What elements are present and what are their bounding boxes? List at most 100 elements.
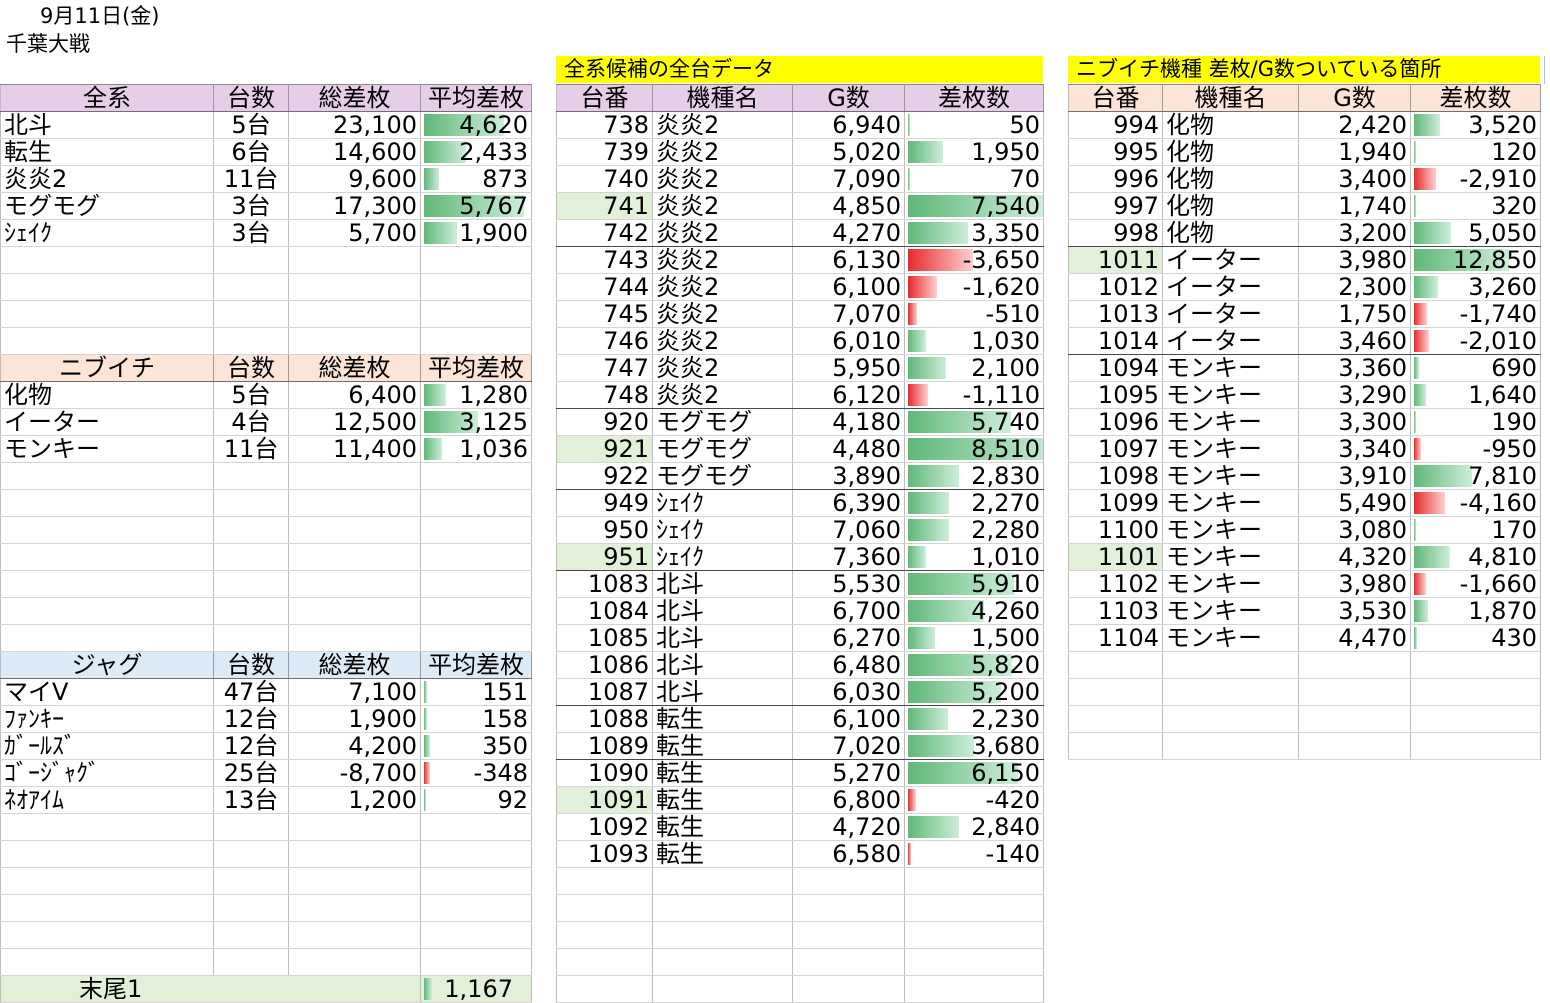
empty-cell[interactable] xyxy=(213,948,289,976)
empty-cell[interactable] xyxy=(420,948,532,976)
total-diff-cell[interactable]: 4,200 xyxy=(288,732,421,760)
game-count-cell[interactable]: 3,980 xyxy=(1298,570,1411,598)
diff-count-cell[interactable]: -1,740 xyxy=(1410,300,1541,328)
machine-number-cell[interactable]: 951 xyxy=(556,543,653,571)
empty-cell[interactable] xyxy=(213,894,289,922)
empty-cell[interactable] xyxy=(288,624,421,652)
machine-model-cell[interactable]: モンキー xyxy=(1162,624,1299,652)
diff-count-cell[interactable]: 1,950 xyxy=(904,138,1044,166)
diff-count-cell[interactable]: 12,850 xyxy=(1410,246,1541,274)
empty-cell[interactable] xyxy=(288,840,421,868)
machine-number-cell[interactable]: 996 xyxy=(1068,165,1163,193)
game-count-cell[interactable]: 3,290 xyxy=(1298,381,1411,409)
empty-cell[interactable] xyxy=(652,975,793,1003)
machine-number-cell[interactable]: 739 xyxy=(556,138,653,166)
machine-number-cell[interactable]: 997 xyxy=(1068,192,1163,220)
diff-count-cell[interactable]: 690 xyxy=(1410,354,1541,382)
machine-model-cell[interactable]: イーター xyxy=(1162,300,1299,328)
empty-cell[interactable] xyxy=(904,975,1044,1003)
empty-cell[interactable] xyxy=(1068,732,1163,760)
diff-count-cell[interactable]: 1,870 xyxy=(1410,597,1541,625)
game-count-cell[interactable]: 4,180 xyxy=(792,408,905,436)
machine-model-cell[interactable]: モンキー xyxy=(1162,570,1299,598)
game-count-cell[interactable]: 6,100 xyxy=(792,273,905,301)
avg-diff-cell[interactable]: 1,900 xyxy=(420,219,532,247)
unit-count-cell[interactable]: 11台 xyxy=(213,165,289,193)
machine-name-cell[interactable]: 炎炎2 xyxy=(0,165,214,193)
unit-count-cell[interactable]: 47台 xyxy=(213,678,289,706)
empty-cell[interactable] xyxy=(288,543,421,571)
empty-cell[interactable] xyxy=(213,327,289,355)
machine-number-cell[interactable]: 1088 xyxy=(556,705,653,733)
empty-cell[interactable] xyxy=(1298,651,1411,679)
machine-name-cell[interactable]: ｺﾞｰｼﾞｬｸﾞ xyxy=(0,759,214,787)
diff-count-cell[interactable]: -420 xyxy=(904,786,1044,814)
suffix-label-cell[interactable]: 末尾1 xyxy=(0,975,421,1003)
game-count-cell[interactable]: 2,300 xyxy=(1298,273,1411,301)
empty-cell[interactable] xyxy=(1298,678,1411,706)
nibu-col-header[interactable]: 総差枚 xyxy=(288,354,421,382)
avg-diff-cell[interactable]: 5,767 xyxy=(420,192,532,220)
machine-name-cell[interactable]: モグモグ xyxy=(0,192,214,220)
empty-cell[interactable] xyxy=(213,813,289,841)
empty-cell[interactable] xyxy=(288,813,421,841)
machine-model-cell[interactable]: 炎炎2 xyxy=(652,354,793,382)
machine-number-cell[interactable]: 1099 xyxy=(1068,489,1163,517)
middle-col-header[interactable]: G数 xyxy=(792,84,905,112)
total-diff-cell[interactable]: 7,100 xyxy=(288,678,421,706)
total-diff-cell[interactable]: -8,700 xyxy=(288,759,421,787)
game-count-cell[interactable]: 6,270 xyxy=(792,624,905,652)
machine-model-cell[interactable]: ｼｪｲｸ xyxy=(652,516,793,544)
nibu-col-header[interactable]: 平均差枚 xyxy=(420,354,532,382)
machine-number-cell[interactable]: 1098 xyxy=(1068,462,1163,490)
machine-number-cell[interactable]: 998 xyxy=(1068,219,1163,247)
empty-cell[interactable] xyxy=(213,516,289,544)
empty-cell[interactable] xyxy=(213,840,289,868)
empty-cell[interactable] xyxy=(0,840,214,868)
game-count-cell[interactable]: 6,480 xyxy=(792,651,905,679)
diff-count-cell[interactable]: 7,540 xyxy=(904,192,1044,220)
game-count-cell[interactable]: 4,850 xyxy=(792,192,905,220)
empty-cell[interactable] xyxy=(904,921,1044,949)
machine-number-cell[interactable]: 747 xyxy=(556,354,653,382)
machine-model-cell[interactable]: 転生 xyxy=(652,705,793,733)
empty-cell[interactable] xyxy=(420,273,532,301)
avg-diff-cell[interactable]: 151 xyxy=(420,678,532,706)
game-count-cell[interactable]: 3,910 xyxy=(1298,462,1411,490)
game-count-cell[interactable]: 3,890 xyxy=(792,462,905,490)
machine-number-cell[interactable]: 741 xyxy=(556,192,653,220)
total-diff-cell[interactable]: 9,600 xyxy=(288,165,421,193)
empty-cell[interactable] xyxy=(213,300,289,328)
empty-cell[interactable] xyxy=(213,489,289,517)
diff-count-cell[interactable]: 2,280 xyxy=(904,516,1044,544)
machine-name-cell[interactable]: ﾌｧﾝｷｰ xyxy=(0,705,214,733)
machine-number-cell[interactable]: 1085 xyxy=(556,624,653,652)
machine-model-cell[interactable]: 炎炎2 xyxy=(652,219,793,247)
empty-cell[interactable] xyxy=(792,867,905,895)
game-count-cell[interactable]: 4,480 xyxy=(792,435,905,463)
machine-model-cell[interactable]: モグモグ xyxy=(652,408,793,436)
game-count-cell[interactable]: 4,320 xyxy=(1298,543,1411,571)
empty-cell[interactable] xyxy=(288,948,421,976)
game-count-cell[interactable]: 5,950 xyxy=(792,354,905,382)
diff-count-cell[interactable]: -1,110 xyxy=(904,381,1044,409)
diff-count-cell[interactable]: 5,050 xyxy=(1410,219,1541,247)
machine-model-cell[interactable]: 転生 xyxy=(652,813,793,841)
machine-number-cell[interactable]: 1089 xyxy=(556,732,653,760)
machine-number-cell[interactable]: 995 xyxy=(1068,138,1163,166)
avg-diff-cell[interactable]: 3,125 xyxy=(420,408,532,436)
game-count-cell[interactable]: 5,530 xyxy=(792,570,905,598)
diff-count-cell[interactable]: 1,640 xyxy=(1410,381,1541,409)
game-count-cell[interactable]: 3,980 xyxy=(1298,246,1411,274)
game-count-cell[interactable]: 6,010 xyxy=(792,327,905,355)
machine-number-cell[interactable]: 1100 xyxy=(1068,516,1163,544)
diff-count-cell[interactable]: 5,740 xyxy=(904,408,1044,436)
diff-count-cell[interactable]: 120 xyxy=(1410,138,1541,166)
machine-number-cell[interactable]: 1091 xyxy=(556,786,653,814)
empty-cell[interactable] xyxy=(288,489,421,517)
total-diff-cell[interactable]: 1,200 xyxy=(288,786,421,814)
empty-cell[interactable] xyxy=(0,273,214,301)
empty-cell[interactable] xyxy=(420,597,532,625)
empty-cell[interactable] xyxy=(792,894,905,922)
total-diff-cell[interactable]: 14,600 xyxy=(288,138,421,166)
